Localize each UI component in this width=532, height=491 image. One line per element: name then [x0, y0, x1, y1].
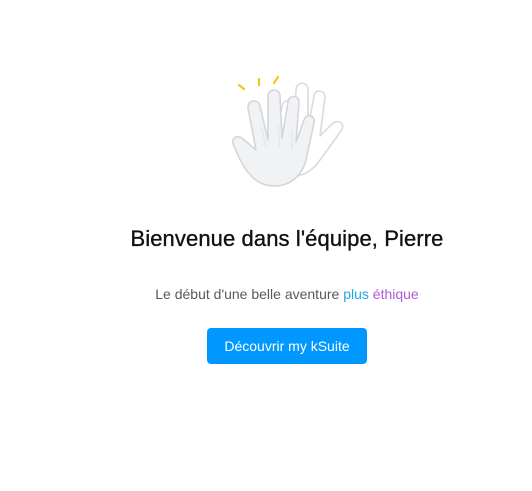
welcome-title: Bienvenue dans l'équipe, Pierre [130, 226, 444, 251]
waving-hands-icon [222, 68, 352, 194]
welcome-subtitle: Le début d'une belle aventure plus éthiq… [0, 286, 532, 302]
welcome-page: Bienvenue dans l'équipe, Pierre Le début… [0, 0, 532, 491]
subtitle-text: Le début d'une belle aventure [155, 286, 344, 302]
subtitle-highlight-ethique: éthique [372, 286, 419, 302]
sparkle-lines [237, 75, 280, 91]
subtitle-highlight-plus: plus [343, 286, 369, 302]
discover-kSuite-button[interactable]: Découvrir my kSuite [207, 328, 367, 364]
